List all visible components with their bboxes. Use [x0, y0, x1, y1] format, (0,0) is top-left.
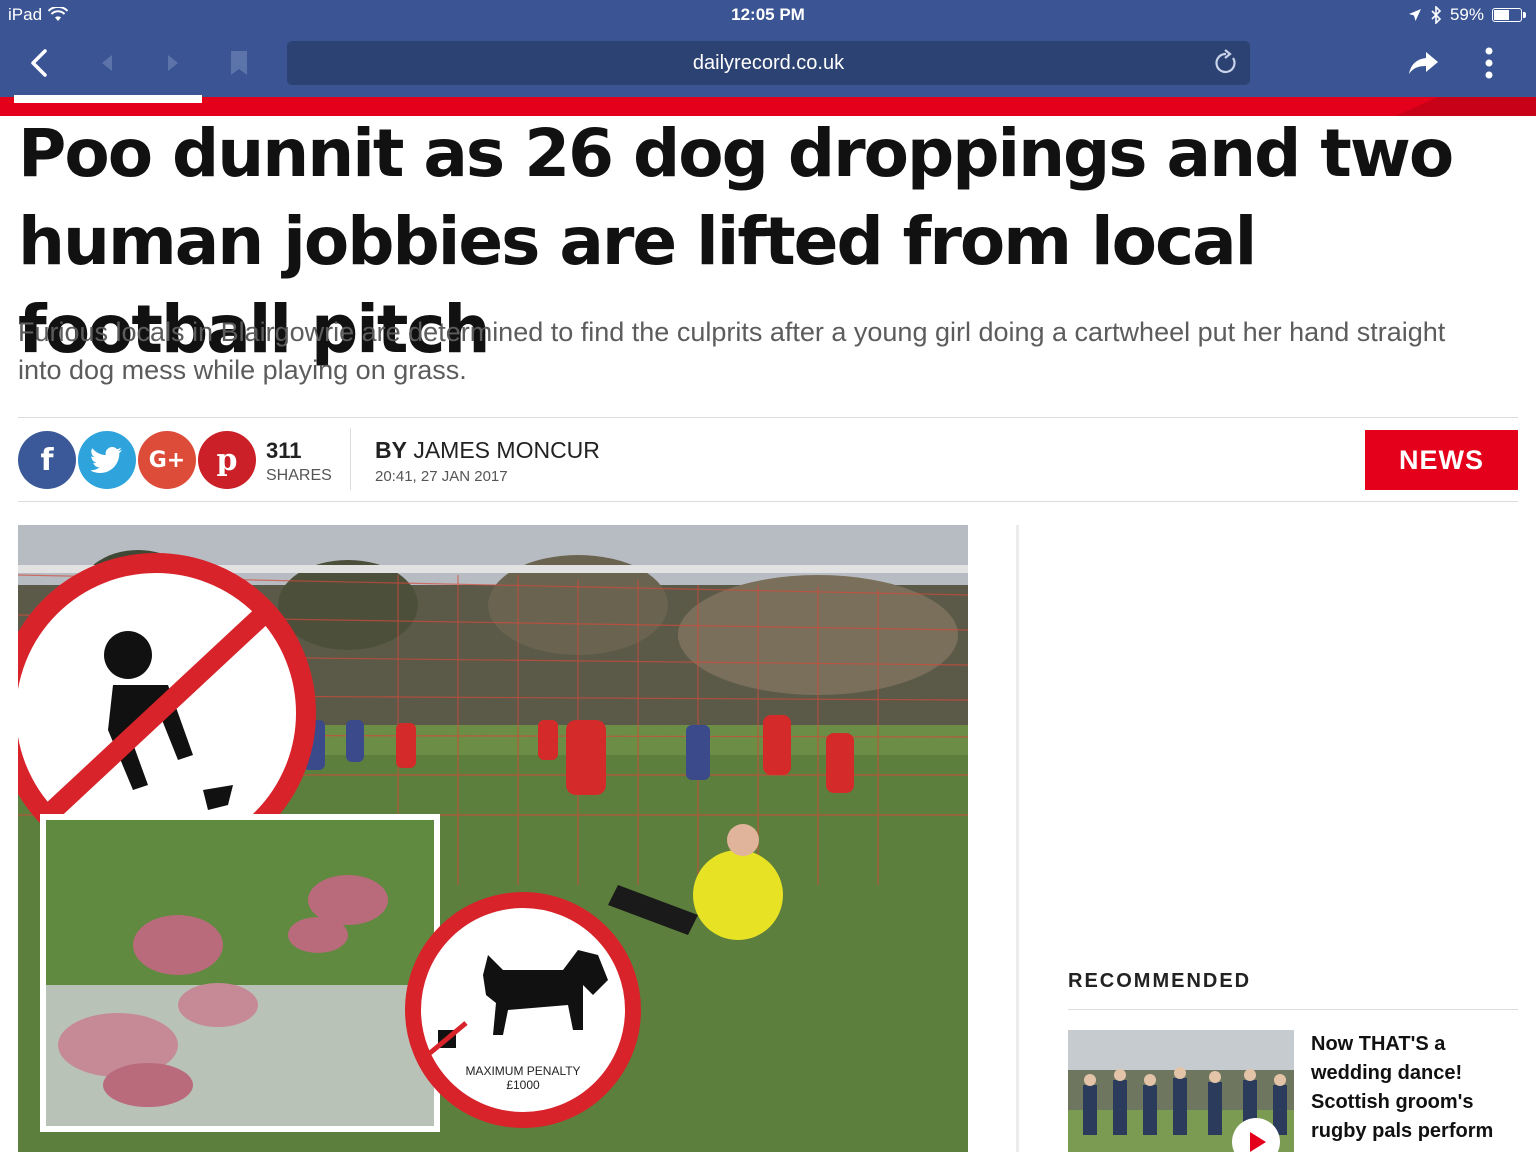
share-buttons: f G+ p — [18, 431, 258, 489]
author-name[interactable]: JAMES MONCUR — [413, 437, 600, 463]
recommended-divider — [1068, 1009, 1518, 1010]
byline: BY JAMES MONCUR — [375, 437, 600, 464]
article-standfirst: Furious locals in Blairgowrie are determ… — [18, 317, 1446, 385]
battery-percent: 59% — [1449, 5, 1484, 24]
menu-button[interactable] — [1472, 46, 1506, 80]
site-logo[interactable] — [14, 95, 202, 103]
bookmark-icon — [231, 51, 247, 75]
share-count: 311 — [266, 438, 302, 463]
address-bar[interactable]: dailyrecord.co.uk — [287, 41, 1250, 85]
byline-divider — [350, 428, 351, 490]
share-arrow-icon — [1409, 52, 1438, 74]
history-forward-button[interactable] — [156, 46, 190, 80]
pinterest-icon: p — [216, 442, 238, 478]
article-image[interactable]: MAXIMUM PENALTY £1000 — [18, 525, 968, 1152]
football-pitch-photo: MAXIMUM PENALTY £1000 — [18, 525, 968, 1152]
divider-bottom — [18, 501, 1518, 502]
facebook-share-button[interactable]: f — [18, 431, 76, 489]
sign-penalty-text: MAXIMUM PENALTY — [465, 1064, 580, 1078]
share-button[interactable] — [1404, 46, 1444, 80]
chevron-left-icon — [31, 49, 47, 77]
sidebar-divider — [1016, 525, 1019, 1152]
bookmark-button[interactable] — [222, 46, 256, 80]
recommended-item-headline[interactable]: Now THAT'S a wedding dance! Scottish gro… — [1311, 1030, 1521, 1146]
publish-date: 20:41, 27 JAN 2017 — [375, 468, 508, 485]
share-count-label: SHARES — [266, 467, 332, 484]
more-vertical-icon — [1485, 47, 1493, 79]
recommended-heading: RECOMMENDED — [1068, 970, 1252, 992]
battery-icon — [1492, 8, 1526, 22]
history-back-button[interactable] — [90, 46, 124, 80]
twitter-icon — [91, 447, 122, 473]
triangle-right-icon — [168, 55, 178, 71]
reload-icon[interactable] — [1212, 49, 1240, 77]
location-arrow-icon — [1408, 9, 1421, 21]
google-plus-icon: G+ — [148, 447, 186, 473]
section-badge[interactable]: NEWS — [1365, 430, 1518, 490]
back-button[interactable] — [22, 46, 56, 80]
status-time: 12:05 PM — [731, 5, 805, 24]
byline-prefix: BY — [375, 437, 407, 463]
twitter-share-button[interactable] — [78, 431, 136, 489]
divider-top — [18, 417, 1518, 418]
recommended-thumbnail[interactable] — [1068, 1030, 1294, 1152]
status-bar: iPad 12:05 PM 59% — [0, 5, 1536, 27]
browser-chrome: iPad 12:05 PM 59% dailyrecord.co.uk — [0, 0, 1536, 97]
pinterest-share-button[interactable]: p — [198, 431, 256, 489]
facebook-icon: f — [40, 442, 54, 478]
url-text: dailyrecord.co.uk — [692, 52, 845, 74]
sign-penalty-amount: £1000 — [506, 1078, 540, 1092]
wedding-dance-photo — [1068, 1030, 1294, 1152]
google-plus-share-button[interactable]: G+ — [138, 431, 196, 489]
bluetooth-icon — [1431, 6, 1442, 24]
triangle-left-icon — [102, 55, 112, 71]
